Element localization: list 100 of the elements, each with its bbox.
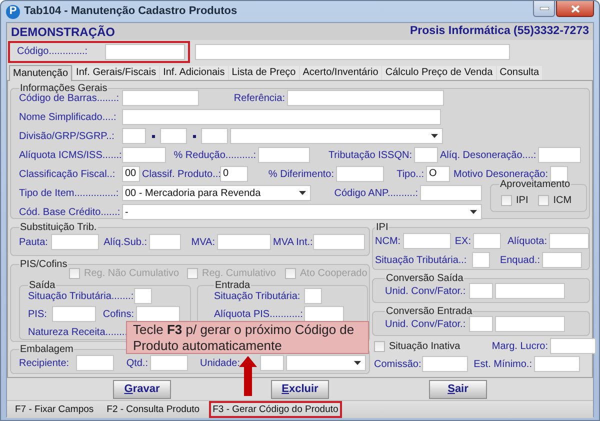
dropdown[interactable]: 00 - Mercadoria para Revenda xyxy=(122,185,311,201)
input-field[interactable] xyxy=(201,128,228,144)
field-label: Código ANP..........: xyxy=(333,186,418,200)
input-field[interactable] xyxy=(473,233,501,249)
field-label: NCM: xyxy=(375,234,401,248)
tab[interactable]: Inf. Gerais/Fiscais xyxy=(73,66,160,80)
window-title: Tab104 - Manutenção Cadastro Produtos xyxy=(24,4,238,20)
field-label: Marg. Lucro: xyxy=(490,340,548,354)
input-field[interactable]: O xyxy=(426,166,450,182)
field-label: Divisão/GRP/SGRP..: xyxy=(19,130,116,144)
tab[interactable]: Consulta xyxy=(496,66,542,80)
action-button[interactable]: Gravar xyxy=(113,380,171,398)
input-field[interactable] xyxy=(51,234,99,250)
company-name: DEMONSTRAÇÃO xyxy=(11,24,115,40)
input-field[interactable] xyxy=(150,355,188,371)
field-label: Unidade: xyxy=(198,356,240,370)
minimize-icon xyxy=(540,7,548,10)
input-field[interactable] xyxy=(122,109,441,125)
input-field[interactable] xyxy=(160,128,187,144)
field-label: Situação Tributária.......: xyxy=(28,290,132,304)
field-label: Motivo Desoneração: xyxy=(452,168,548,180)
field-label: Código de Barras.......: xyxy=(19,92,120,106)
status-text: F7 - Fixar Campos xyxy=(14,403,95,417)
tab[interactable]: Acerto/Inventário xyxy=(300,66,382,80)
caret-icon xyxy=(354,361,361,365)
checkbox[interactable]: IPI xyxy=(501,192,528,208)
input-field[interactable] xyxy=(122,128,146,144)
field-label: Alíquota ICMS/ISS......: xyxy=(19,148,120,162)
input-field[interactable] xyxy=(414,147,438,163)
group-title: Aproveitamento xyxy=(500,179,572,190)
dropdown[interactable]: - xyxy=(122,204,482,220)
pointer-arrow xyxy=(239,356,257,396)
group-title: Conversão Entrada xyxy=(385,306,474,317)
group-title: IPI xyxy=(375,222,390,233)
input-field[interactable] xyxy=(52,306,96,322)
input-field[interactable] xyxy=(336,166,384,182)
input-field[interactable] xyxy=(422,356,468,372)
dropdown[interactable] xyxy=(230,128,443,144)
field-label: Natureza Receita........ xyxy=(28,326,128,340)
field-label: Situação Tributária..: xyxy=(375,254,468,268)
field-label: PIS: xyxy=(28,308,48,322)
checkbox[interactable]: ICM xyxy=(538,192,572,208)
input-field[interactable]: 00 xyxy=(122,166,140,182)
action-button[interactable]: Excluir xyxy=(271,380,329,398)
input-field[interactable] xyxy=(420,185,482,201)
caret-icon xyxy=(431,134,438,138)
checkbox[interactable]: Situação Inativa xyxy=(374,338,484,354)
minimize-button[interactable] xyxy=(533,1,555,17)
group-title: PIS/Cofins xyxy=(19,259,68,270)
input-field[interactable] xyxy=(495,316,565,332)
status-text: F2 - Consulta Produto xyxy=(106,403,201,417)
group-title: Substituição Trib. xyxy=(19,222,98,233)
input-field[interactable] xyxy=(134,288,152,304)
input-field[interactable] xyxy=(122,147,166,163)
input-field[interactable] xyxy=(287,90,444,106)
field-label: Alíq. Desoneração....: xyxy=(440,148,536,162)
tab[interactable]: Cálculo Preço de Venda xyxy=(382,66,496,80)
input-field[interactable] xyxy=(495,283,565,299)
input-field[interactable]: 0 xyxy=(220,166,248,182)
input-field[interactable] xyxy=(304,288,322,304)
field-label: Comissão: xyxy=(374,358,420,372)
tab[interactable]: Lista de Preço xyxy=(228,66,299,80)
group-title: Embalagem xyxy=(19,344,74,355)
input-field[interactable] xyxy=(195,44,510,60)
input-field[interactable] xyxy=(542,252,582,268)
input-field[interactable] xyxy=(538,147,581,163)
caret-icon xyxy=(470,210,477,214)
input-field[interactable] xyxy=(136,306,180,322)
input-field[interactable] xyxy=(550,338,596,354)
input-field[interactable] xyxy=(260,355,284,371)
field-label: Alíquota: xyxy=(506,234,547,248)
action-button[interactable]: Sair xyxy=(429,380,487,398)
input-field[interactable] xyxy=(534,356,580,372)
input-field[interactable] xyxy=(469,283,493,299)
input-field[interactable] xyxy=(472,252,490,268)
field-label: MVA: xyxy=(190,236,215,250)
caret-icon xyxy=(299,191,306,195)
input-field[interactable] xyxy=(122,90,199,106)
input-field[interactable] xyxy=(313,234,365,250)
input-field[interactable] xyxy=(217,234,271,250)
field-label: Cofins: xyxy=(102,308,134,322)
input-field[interactable] xyxy=(258,147,310,163)
field-label: Unid. Conv/Fator.: xyxy=(385,284,467,298)
field-label: Qtd.: xyxy=(125,356,148,370)
tab[interactable]: Manutenção xyxy=(9,65,72,81)
input-field[interactable] xyxy=(76,355,114,371)
tab[interactable]: Inf. Adicionais xyxy=(160,66,228,80)
input-field[interactable] xyxy=(469,316,493,332)
input-field[interactable] xyxy=(304,306,344,322)
input-field[interactable] xyxy=(105,44,185,60)
dropdown[interactable] xyxy=(286,355,366,371)
vendor-info: Prosis Informática (55)3332-7273 xyxy=(410,24,589,39)
field-label: Recipiente: xyxy=(19,356,70,370)
close-button[interactable] xyxy=(556,1,594,17)
field-label: % Redução..........: xyxy=(172,148,256,162)
input-field[interactable] xyxy=(549,233,589,249)
input-field[interactable] xyxy=(149,234,181,250)
input-field[interactable] xyxy=(403,233,451,249)
field-label: Pauta: xyxy=(19,236,49,250)
field-label: Unid. Conv/Fator.: xyxy=(385,318,467,332)
